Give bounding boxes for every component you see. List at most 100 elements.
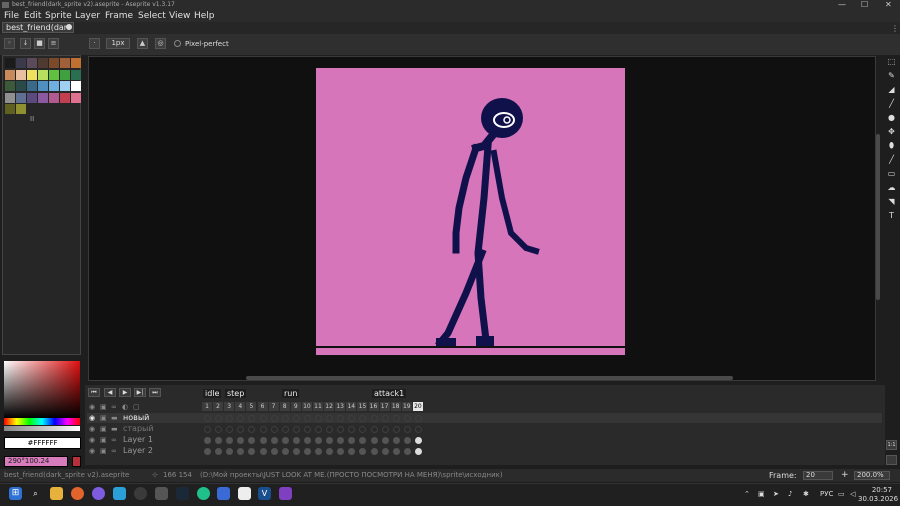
- frame-header[interactable]: 16: [368, 402, 379, 411]
- eyedropper-tool-icon[interactable]: ╱: [885, 98, 898, 110]
- cel[interactable]: [292, 425, 300, 433]
- layer-name[interactable]: старый: [123, 424, 154, 434]
- cel[interactable]: [237, 425, 245, 433]
- tray-telegram-icon[interactable]: ➤: [773, 490, 779, 498]
- line-tool-icon[interactable]: ╱: [885, 154, 898, 166]
- frame-header[interactable]: 7: [268, 402, 279, 411]
- palette-swatch[interactable]: [49, 92, 59, 103]
- cel[interactable]: [414, 447, 422, 455]
- cel[interactable]: [215, 425, 223, 433]
- zoom-1to1-button[interactable]: 1:1: [886, 440, 897, 450]
- palette-swatch[interactable]: [60, 81, 70, 91]
- first-frame-button[interactable]: ⏮: [88, 388, 100, 397]
- palette-swatch[interactable]: [38, 92, 48, 103]
- next-frame-button[interactable]: ▶|: [134, 388, 146, 397]
- layer-lock-icon[interactable]: ▣: [100, 414, 107, 422]
- cel[interactable]: [259, 447, 267, 455]
- cel[interactable]: [226, 447, 234, 455]
- continuous-header-icon[interactable]: ∞: [111, 403, 117, 411]
- cel[interactable]: [348, 436, 356, 444]
- brush-shape-icon[interactable]: ·: [89, 38, 100, 49]
- contour-tool-icon[interactable]: ☁: [885, 182, 898, 194]
- palette-swatch[interactable]: [5, 81, 15, 91]
- visibility-header-icon[interactable]: ◉: [89, 403, 95, 411]
- menu-help[interactable]: Help: [194, 10, 215, 22]
- frame-header[interactable]: 9: [290, 402, 301, 411]
- cel[interactable]: [292, 414, 300, 422]
- search-icon[interactable]: ⌕: [29, 487, 42, 500]
- brush-size-field[interactable]: 1px: [106, 38, 130, 49]
- frame-field[interactable]: 20: [803, 471, 833, 480]
- play-button[interactable]: ▶: [119, 388, 131, 397]
- cel[interactable]: [348, 425, 356, 433]
- zoom-field[interactable]: 200.0%: [854, 471, 890, 480]
- cel[interactable]: [414, 414, 422, 422]
- palette-swatch[interactable]: [16, 81, 26, 91]
- layer-name[interactable]: Layer 1: [123, 435, 153, 445]
- palette-swatch[interactable]: [71, 92, 81, 103]
- frame-header[interactable]: 4: [235, 402, 246, 411]
- firefox-icon[interactable]: [71, 487, 84, 500]
- layer-visibility-icon[interactable]: ◉: [89, 436, 95, 444]
- cel[interactable]: [281, 447, 289, 455]
- cel[interactable]: [248, 436, 256, 444]
- cel[interactable]: [326, 447, 334, 455]
- cel[interactable]: [315, 447, 322, 455]
- explorer-icon[interactable]: [50, 487, 63, 500]
- frame-header[interactable]: 13: [335, 402, 346, 411]
- hue-slider[interactable]: [4, 418, 80, 425]
- frame-header[interactable]: 20: [412, 402, 423, 411]
- new-frame-plus-icon[interactable]: +: [841, 469, 849, 482]
- cel[interactable]: [403, 414, 411, 422]
- cel[interactable]: [292, 436, 300, 444]
- menu-edit[interactable]: Edit: [24, 10, 41, 22]
- menu-sprite[interactable]: Sprite: [45, 10, 72, 22]
- cel[interactable]: [281, 436, 289, 444]
- app-icon-9[interactable]: [217, 487, 230, 500]
- cel[interactable]: [259, 414, 267, 422]
- cel[interactable]: [337, 447, 345, 455]
- cel[interactable]: [204, 447, 211, 455]
- text-tool-icon[interactable]: T: [885, 210, 898, 222]
- cel[interactable]: [270, 447, 278, 455]
- horizontal-scrollbar[interactable]: [246, 376, 733, 380]
- layer-visibility-icon[interactable]: ◉: [89, 414, 95, 422]
- tabs-menu-icon[interactable]: ⋮⋮: [891, 24, 900, 33]
- layer-visibility-icon[interactable]: ◉: [89, 447, 95, 455]
- palette-swatch[interactable]: [16, 69, 26, 80]
- cel[interactable]: [392, 425, 400, 433]
- cel[interactable]: [414, 425, 422, 433]
- cel[interactable]: [414, 436, 422, 444]
- cel[interactable]: [292, 447, 300, 455]
- cel[interactable]: [270, 436, 278, 444]
- frame-header[interactable]: 3: [224, 402, 235, 411]
- cel[interactable]: [370, 414, 378, 422]
- frame-header[interactable]: 15: [357, 402, 368, 411]
- menu-select[interactable]: Select: [138, 10, 166, 22]
- palette-swatch[interactable]: [38, 81, 48, 91]
- tray-app-icon[interactable]: ▣: [758, 490, 765, 498]
- layer-name[interactable]: новый: [123, 413, 149, 423]
- cel[interactable]: [359, 447, 367, 455]
- tag-run[interactable]: run: [282, 389, 300, 398]
- tray-date[interactable]: 30.03.2026: [858, 495, 898, 503]
- last-frame-button[interactable]: ⏭: [149, 388, 161, 397]
- cel[interactable]: [215, 436, 223, 444]
- tray-time[interactable]: 20:57: [866, 486, 892, 494]
- cel[interactable]: [237, 436, 245, 444]
- vscode-icon[interactable]: V: [258, 487, 271, 500]
- tray-chevron-icon[interactable]: ⌃: [744, 490, 750, 498]
- zoom-tool-icon[interactable]: ●: [885, 112, 898, 124]
- discord-icon[interactable]: [92, 487, 105, 500]
- tag-attack1[interactable]: attack1: [372, 389, 407, 398]
- marquee-tool-icon[interactable]: ⬚: [885, 56, 898, 68]
- alpha-slider[interactable]: [4, 426, 80, 431]
- cel[interactable]: [270, 414, 278, 422]
- brush-square-icon[interactable]: ■: [34, 38, 45, 49]
- aseprite-icon[interactable]: [238, 487, 251, 500]
- cel[interactable]: [381, 447, 389, 455]
- palette-swatch[interactable]: [49, 58, 59, 68]
- brush-menu-icon[interactable]: ≡: [48, 38, 59, 49]
- tab-document[interactable]: best_friend(dar: [2, 22, 74, 33]
- palette-swatch[interactable]: [38, 69, 48, 80]
